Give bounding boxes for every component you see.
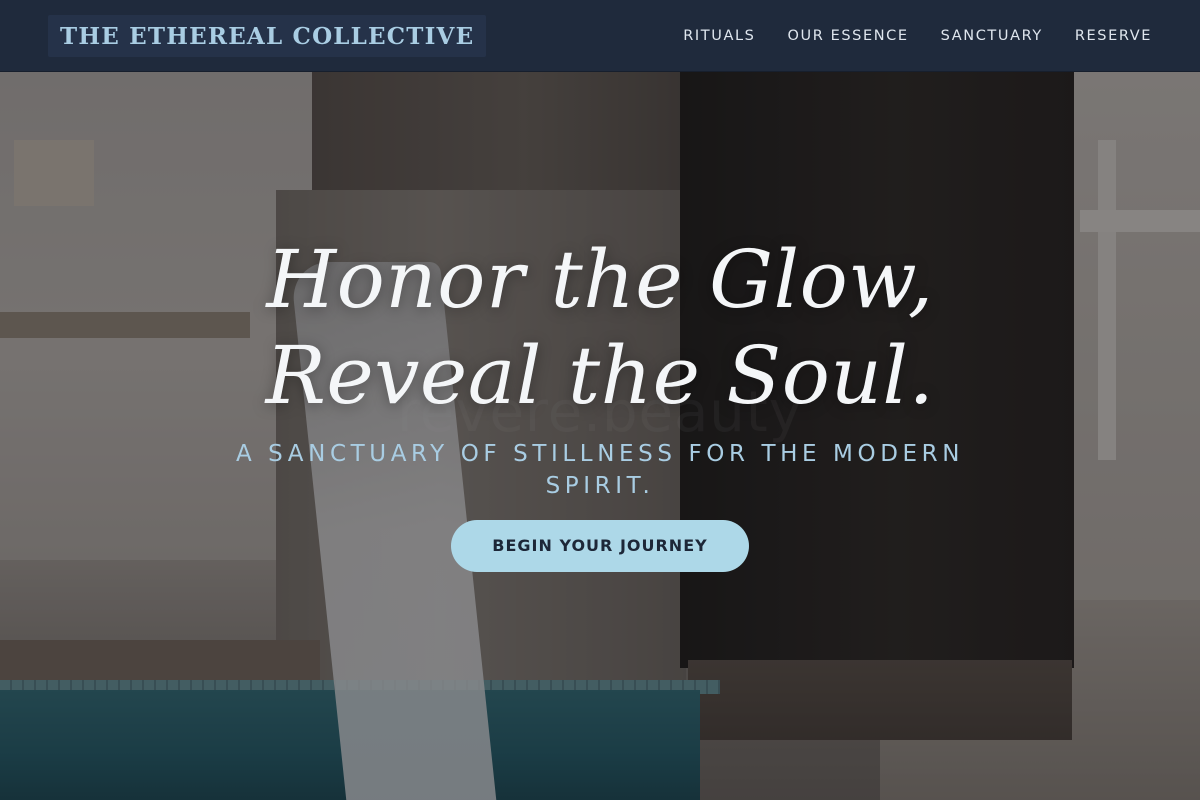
hero-tagline: A SANCTUARY OF STILLNESS FOR THE MODERN … bbox=[235, 441, 965, 499]
nav-link-rituals[interactable]: RITUALS bbox=[683, 28, 755, 44]
nav-link-reserve[interactable]: RESERVE bbox=[1075, 28, 1152, 44]
hero-headline-line-2: Reveal the Soul. bbox=[265, 329, 935, 422]
nav-link-sanctuary[interactable]: SANCTUARY bbox=[941, 28, 1043, 44]
begin-journey-button[interactable]: BEGIN YOUR JOURNEY bbox=[451, 520, 749, 572]
site-header: THE ETHEREAL COLLECTIVE RITUALS OUR ESSE… bbox=[0, 0, 1200, 72]
main-nav: RITUALS OUR ESSENCE SANCTUARY RESERVE bbox=[683, 28, 1152, 44]
brand-logo[interactable]: THE ETHEREAL COLLECTIVE bbox=[48, 14, 487, 57]
hero-headline: Honor the Glow, Reveal the Soul. bbox=[0, 232, 1200, 424]
nav-link-our-essence[interactable]: OUR ESSENCE bbox=[787, 28, 908, 44]
hero-section: Honor the Glow, Reveal the Soul. A SANCT… bbox=[0, 232, 1200, 572]
hero-headline-line-1: Honor the Glow, bbox=[266, 233, 934, 326]
